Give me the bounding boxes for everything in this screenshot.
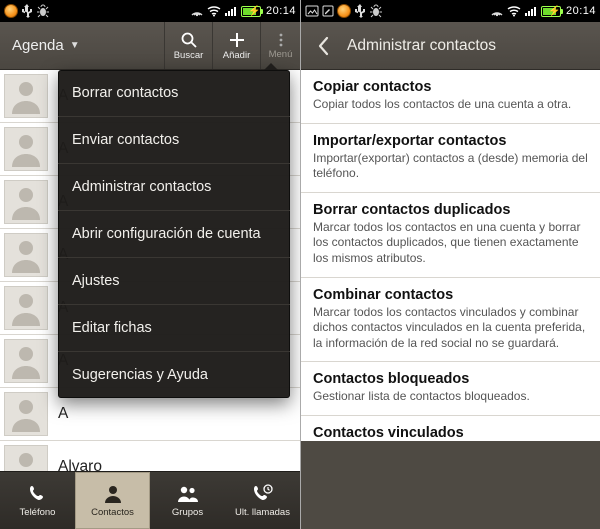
status-bar: ⚡ 20:14	[0, 0, 300, 22]
avatar	[4, 74, 48, 118]
avatar	[4, 445, 48, 471]
settings-item-desc: Gestionar lista de contactos bloqueados.	[313, 389, 588, 405]
menu-icon	[273, 32, 289, 48]
status-bar: ⚡ 20:14	[301, 0, 600, 22]
add-label: Añadir	[223, 50, 250, 61]
settings-item[interactable]: Copiar contactos Copiar todos los contact…	[301, 70, 600, 124]
tab-contacts[interactable]: Contactos	[75, 472, 150, 529]
settings-item-desc: Copiar todos los contactos de una cuenta…	[313, 97, 588, 113]
settings-item-title: Borrar contactos duplicados	[313, 202, 588, 218]
settings-item[interactable]: Contactos vinculadosMarcar todos los con…	[301, 416, 600, 441]
person-icon	[102, 483, 124, 505]
settings-item-desc: Importar(exportar) contactos a (desde) m…	[313, 151, 588, 182]
add-button[interactable]: Añadir	[212, 22, 260, 69]
usb-icon	[21, 4, 33, 18]
header-title-dropdown[interactable]: Agenda ▼	[0, 37, 80, 54]
menu-item[interactable]: Enviar contactos	[58, 117, 290, 164]
settings-item-title: Contactos bloqueados	[313, 371, 588, 387]
signal-icon	[524, 5, 538, 17]
tab-phone[interactable]: Teléfono	[0, 472, 75, 529]
battery-icon: ⚡	[241, 6, 261, 17]
menu-item[interactable]: Sugerencias y Ayuda	[58, 352, 290, 398]
battery-icon: ⚡	[541, 6, 561, 17]
search-icon	[180, 31, 198, 49]
menu-item[interactable]: Administrar contactos	[58, 164, 290, 211]
search-button[interactable]: Buscar	[164, 22, 212, 69]
phone-clock-icon	[252, 483, 274, 505]
search-label: Buscar	[174, 50, 204, 61]
tab-recents-label: Ult. llamadas	[235, 507, 290, 518]
avatar	[4, 339, 48, 383]
settings-item[interactable]: Borrar contactos duplicados Marcar todos …	[301, 193, 600, 278]
chevron-left-icon	[316, 36, 330, 56]
contact-row[interactable]: Alvaro	[0, 441, 300, 471]
menu-item[interactable]: Ajustes	[58, 258, 290, 305]
tab-phone-label: Teléfono	[20, 507, 56, 518]
overflow-menu-popup: Borrar contactosEnviar contactosAdminist…	[58, 70, 290, 398]
bottom-tab-bar: Teléfono Contactos Grupos Ult. llamadas	[0, 471, 300, 529]
menu-item[interactable]: Abrir configuración de cuenta	[58, 211, 290, 258]
app-header: Agenda ▼ Buscar Añadir Menú	[0, 22, 300, 70]
settings-item[interactable]: Contactos bloqueados Gestionar lista de c…	[301, 362, 600, 416]
hotspot-icon	[190, 5, 204, 17]
settings-list[interactable]: Copiar contactos Copiar todos los contact…	[301, 70, 600, 441]
tab-contacts-label: Contactos	[91, 507, 134, 518]
wifi-icon	[507, 5, 521, 17]
debug-icon	[369, 4, 383, 18]
plus-icon	[228, 31, 246, 49]
phone-icon	[27, 483, 49, 505]
hotspot-icon	[490, 5, 504, 17]
tab-groups[interactable]: Grupos	[150, 472, 225, 529]
screenshot-icon	[305, 5, 319, 17]
settings-item[interactable]: Combinar contactos Marcar todos los conta…	[301, 278, 600, 363]
contact-name: Alvaro	[58, 458, 102, 471]
menu-item[interactable]: Borrar contactos	[58, 70, 290, 117]
menu-label: Menú	[269, 49, 293, 60]
group-icon	[176, 483, 200, 505]
menu-button[interactable]: Menú	[260, 22, 300, 69]
tab-recents[interactable]: Ult. llamadas	[225, 472, 300, 529]
header-title-text: Administrar contactos	[347, 37, 496, 55]
settings-item-title: Importar/exportar contactos	[313, 133, 588, 149]
footer-area	[301, 441, 600, 529]
status-clock: 20:14	[266, 5, 296, 17]
settings-item[interactable]: Importar/exportar contactos Importar(expo…	[301, 124, 600, 193]
header-title-text: Agenda	[12, 37, 64, 54]
wifi-icon	[207, 5, 221, 17]
notification-icon	[4, 4, 18, 18]
avatar	[4, 127, 48, 171]
app-header: Administrar contactos	[301, 22, 600, 70]
status-clock: 20:14	[566, 5, 596, 17]
avatar	[4, 233, 48, 277]
debug-icon	[36, 4, 50, 18]
screen-manage-contacts: ⚡ 20:14 Administrar contactos Copiar con…	[300, 0, 600, 529]
settings-item-desc: Marcar todos los contactos en una cuenta…	[313, 220, 588, 267]
settings-item-title: Copiar contactos	[313, 79, 588, 95]
dropdown-icon: ▼	[70, 40, 80, 51]
back-button[interactable]	[307, 36, 339, 56]
contact-name: A	[58, 405, 68, 423]
usb-icon	[354, 4, 366, 18]
notification-icon	[337, 4, 351, 18]
settings-item-title: Combinar contactos	[313, 287, 588, 303]
signal-icon	[224, 5, 238, 17]
menu-item[interactable]: Editar fichas	[58, 305, 290, 352]
avatar	[4, 286, 48, 330]
screen-contacts: ⚡ 20:14 Agenda ▼ Buscar Añadir Menú AAAA…	[0, 0, 300, 529]
avatar	[4, 180, 48, 224]
tab-groups-label: Grupos	[172, 507, 203, 518]
avatar	[4, 392, 48, 436]
settings-item-desc: Marcar todos los contactos vinculados y …	[313, 305, 588, 352]
edit-icon	[322, 5, 334, 17]
settings-item-title: Contactos vinculados	[313, 425, 588, 441]
